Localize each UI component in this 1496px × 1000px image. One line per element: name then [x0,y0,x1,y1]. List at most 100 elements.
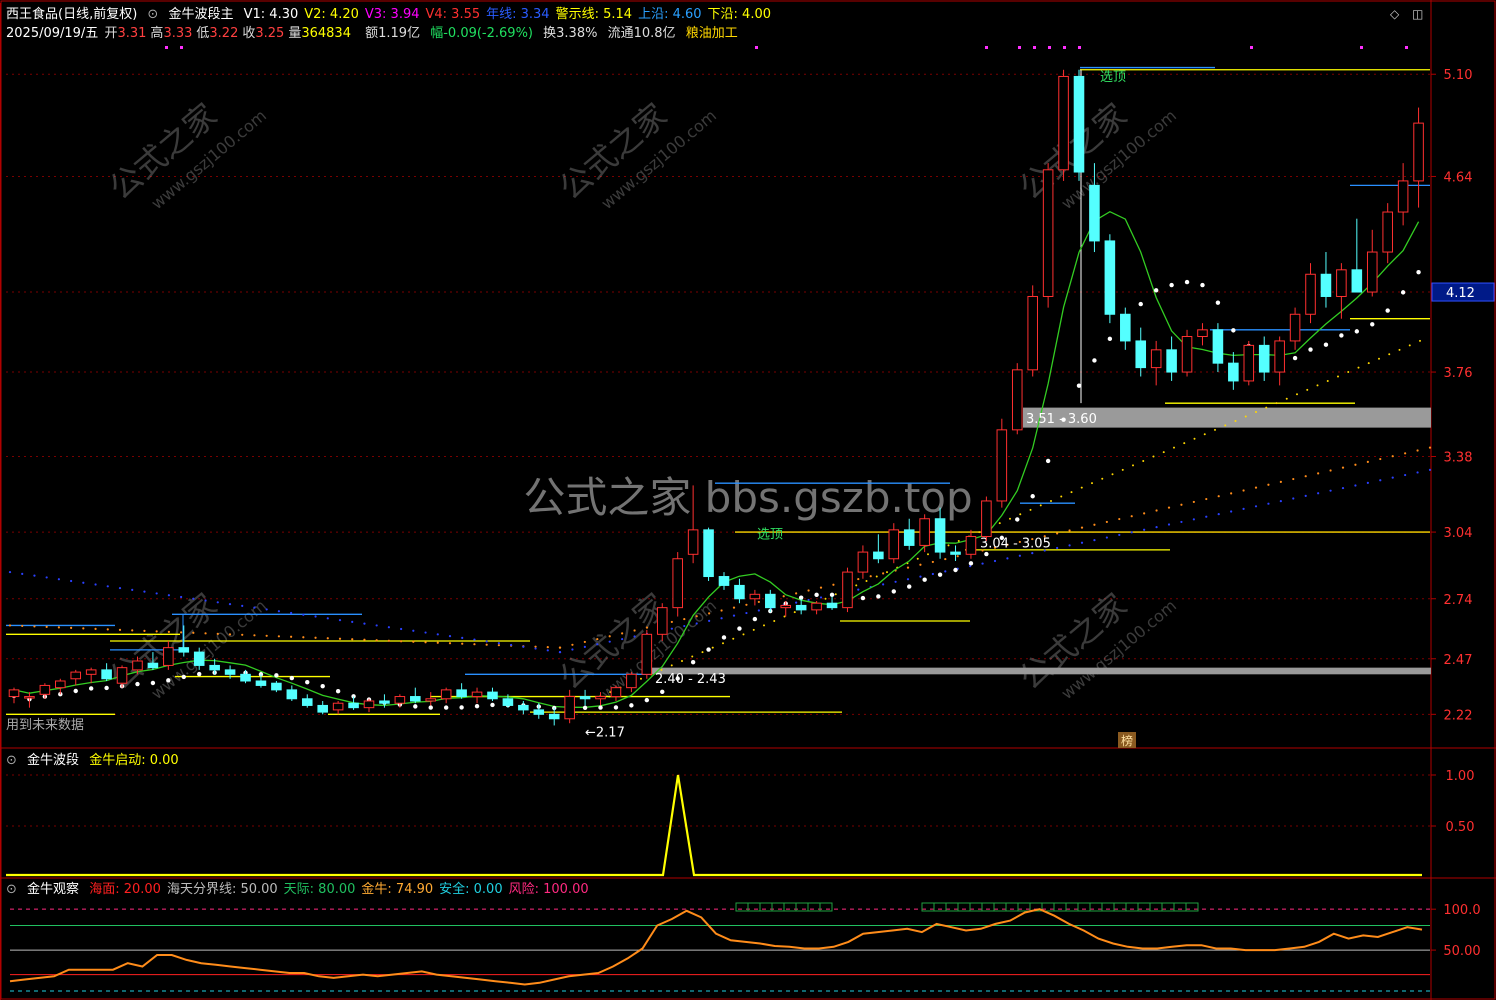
candle [1073,69,1085,181]
trend-dot [690,659,696,665]
trend-dot [1231,328,1236,333]
trend-dot [1385,308,1390,313]
trend-dot [829,592,835,598]
trend-dot [1200,282,1205,288]
quote-value: 3.25 [255,26,285,41]
trend-dot [443,705,449,710]
panel3-item: 海天分界线: 50.00 [166,882,278,897]
trend-dot [1015,517,1020,522]
trend-dot [660,689,665,695]
quote-label: 开 [104,26,118,41]
chart-annotation: 3.51 - 3.60 [1026,412,1097,427]
trend-dot [937,572,943,577]
y-tick-label: 3.38 [1444,451,1473,466]
trend-dot [1138,301,1143,307]
indicator-value: 年线: 3.34 [486,7,550,22]
rank-badge[interactable]: 榜 [1121,733,1133,748]
trend-dot [984,551,989,557]
candle [1027,285,1038,377]
trend-dot [428,705,433,710]
quote-turnover: 换3.38% [543,26,598,41]
stock-chart[interactable]: 公式之家 bbs.gszb.top公式之家www.gszj100.com 公式之家… [0,0,1496,1000]
diamond-icon[interactable]: ◇ [1390,7,1399,21]
indicator-value: 下沿: 4.00 [707,7,771,22]
panel2-y-tick: 0.50 [1446,820,1475,835]
candle [1042,163,1054,308]
candle [981,496,992,541]
quote-value: 3.22 [209,26,239,41]
trend-dot [1215,300,1221,305]
quote-values: 开3.31 高3.33 低3.22 收3.25 量364834 [104,26,355,41]
indicator-value: 上沿: 4.60 [638,7,702,22]
trend-dot [1030,494,1035,499]
trend-dot [1076,383,1082,388]
chart-annotation: 3.04 - 3.05 [980,537,1051,552]
stock-title[interactable]: 西王食品(日线,前复权) [6,7,137,22]
trend-dot [1339,333,1344,338]
trend-dot [1107,336,1113,342]
support-band [652,667,1431,675]
quote-label: 量 [288,26,302,41]
trend-dot [1092,358,1097,363]
trend-dot [305,679,310,685]
panel3-y-tick: 50.00 [1443,944,1480,959]
indicator-value: 警示线: 5.14 [555,7,633,22]
trend-dot [1323,342,1329,347]
trend-dot [274,673,279,678]
panel2-value: 金牛启动: 0.00 [89,753,179,768]
trend-dot [320,683,325,689]
trend-dot [814,592,819,598]
panel3-values: 海面: 20.00 海天分界线: 50.00 天际: 80.00 金牛: 74.90 安… [89,882,594,897]
trend-dot [1400,290,1406,295]
panel3-item: 金牛: 74.90 [361,882,434,897]
chart-annotation: 选顶 [1100,70,1126,85]
trend-dot [1354,329,1360,334]
trend-dot [907,584,912,589]
candle [1104,234,1116,324]
candle [1243,340,1255,386]
watermark-text: 公式之家 bbs.gszb.top [523,473,972,522]
indicator-name[interactable]: 金牛波段主 [168,7,233,22]
dropdown-icon[interactable]: ⊙ [147,7,158,22]
quote-sector[interactable]: 粮油加工 [686,26,738,41]
y-tick-label: 4.64 [1444,170,1473,185]
quote-label: 低 [196,26,210,41]
chart-annotation: 2.40 - 2.43 [655,672,726,687]
panel3-name[interactable]: 金牛观察 [27,882,79,897]
panel2-y-tick: 1.00 [1446,769,1475,784]
trend-dot [860,595,866,601]
chart-annotation: 选顶 [757,528,783,543]
collapse-icon[interactable]: ⊙ [6,882,17,897]
panel3-item: 安全: 0.00 [439,882,503,897]
trend-dot [644,697,650,703]
indicator-value: V1: 4.30 [243,7,299,22]
panel3-item: 天际: 80.00 [283,882,356,897]
trend-dot [135,681,140,687]
candle [996,418,1008,508]
trend-dot [166,678,171,683]
indicator-values: V1: 4.30 V2: 4.20 V3: 3.94 V4: 3.55 年线: 3.34… [244,7,777,22]
future-data-note: 用到未来数据 [6,718,85,733]
indicator-value: V3: 3.94 [364,7,420,22]
panel3-y-tick: 100.0 [1443,903,1480,918]
trend-dot [953,567,958,573]
trend-dot [737,626,742,631]
panel3-header: ⊙ 金牛观察 海面: 20.00 海天分界线: 50.00 天际: 80.00 金牛:… [6,882,601,898]
trend-dot [335,689,341,694]
window-icon[interactable]: ◫ [1412,7,1423,21]
quote-amount: 额1.19亿 [365,26,421,41]
quote-value: 3.31 [117,26,147,41]
quote-label: 收 [242,26,256,41]
collapse-icon[interactable]: ⊙ [6,753,17,768]
trend-dot [1370,322,1375,327]
panel2-name[interactable]: 金牛波段 [27,753,79,768]
y-tick-label: 3.76 [1444,366,1473,381]
panel3-item: 海面: 20.00 [89,882,161,897]
panel3-item: 风险: 100.00 [508,882,589,897]
header-row-1: 西王食品(日线,前复权) ⊙ 金牛波段主 V1: 4.30 V2: 4.20 V3:… [6,7,783,23]
trend-dot [598,705,603,710]
chart-annotation: ←2.17 [585,726,625,741]
quote-date: 2025/09/19/五 [6,26,99,41]
y-tick-label: 2.74 [1444,593,1473,608]
trend-dot [891,589,896,594]
